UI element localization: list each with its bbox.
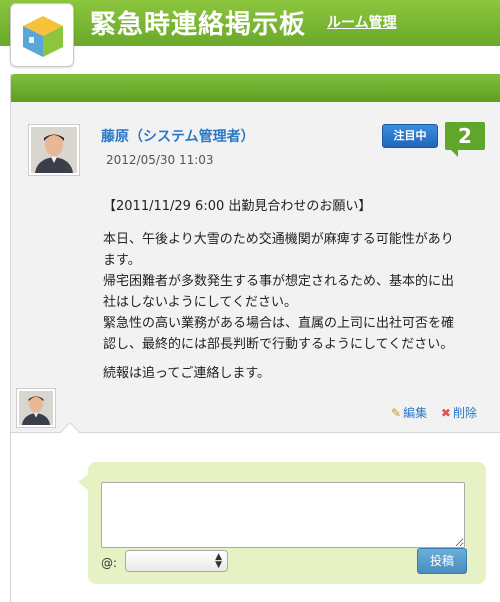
- comment-textarea[interactable]: [101, 482, 465, 548]
- app-title: 緊急時連絡掲示板: [90, 10, 307, 40]
- comment-form: @: ▲ ▼ 投稿: [78, 462, 486, 584]
- comment-count-badge[interactable]: 2: [445, 122, 485, 157]
- post-paragraph-followup: 続報は追ってご連絡します。: [103, 366, 271, 381]
- app-logo[interactable]: [10, 3, 74, 67]
- current-user-avatar: [16, 388, 56, 428]
- divider: [11, 432, 500, 433]
- attention-badge[interactable]: 注目中: [382, 124, 438, 148]
- cube-logo-icon: [23, 16, 63, 57]
- post-line: 社はしないようにしてください。: [103, 295, 297, 310]
- person-photo-icon: [19, 391, 53, 425]
- post-line: 帰宅困難者が多数発生する事が想定されるため、基本的に出: [103, 274, 455, 289]
- post-date: 2012/05/30 11:03: [106, 153, 214, 167]
- x-icon[interactable]: ✖: [441, 406, 451, 420]
- select-arrows-icon: ▲ ▼: [215, 552, 222, 570]
- author-avatar: [28, 124, 80, 176]
- person-photo-icon: [31, 127, 77, 173]
- author-name[interactable]: 藤原（システム管理者）: [101, 126, 255, 146]
- delete-link[interactable]: 削除: [453, 406, 477, 420]
- pencil-icon[interactable]: ✎: [391, 406, 401, 420]
- room-management-link[interactable]: ルーム管理: [327, 12, 397, 32]
- post-actions: ✎ 編集 ✖ 削除: [391, 404, 477, 421]
- edit-link[interactable]: 編集: [403, 406, 427, 420]
- post-line: ます。: [103, 253, 141, 268]
- post-subject: 【2011/11/29 6:00 出勤見合わせのお願い】: [103, 199, 372, 214]
- post-comment-button[interactable]: 投稿: [417, 548, 467, 574]
- app-header: 緊急時連絡掲示板 ルーム管理: [0, 0, 500, 46]
- post-line: 認し、最終的には部長判断で行動するようにしてください。: [103, 337, 454, 352]
- post-item: 藤原（システム管理者） 2012/05/30 11:03 注目中 2 【2011…: [11, 102, 500, 432]
- post-line: 本日、午後より大雪のため交通機関が麻痺する可能性があり: [103, 232, 454, 247]
- panel-header-bar: [11, 74, 500, 102]
- post-paragraph: 本日、午後より大雪のため交通機関が麻痺する可能性があり ます。 帰宅困難者が多数…: [103, 229, 475, 355]
- post-body: 【2011/11/29 6:00 出勤見合わせのお願い】 本日、午後より大雪のた…: [103, 196, 475, 392]
- mention-select[interactable]: ▲ ▼: [125, 550, 228, 572]
- post-line: 緊急性の高い業務がある場合は、直属の上司に出社可否を確: [103, 316, 455, 331]
- mention-label: @:: [101, 556, 118, 570]
